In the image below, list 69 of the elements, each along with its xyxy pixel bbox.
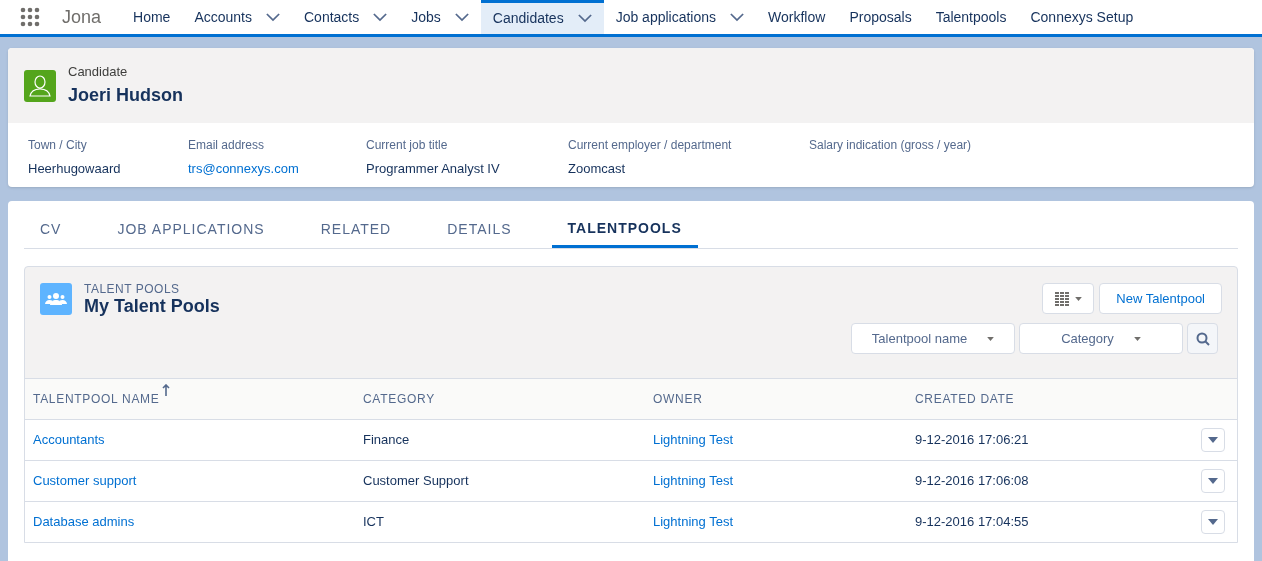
- chevron-down-icon: [577, 14, 592, 23]
- nav-tab[interactable]: Connexys Setup: [1018, 0, 1146, 34]
- search-button[interactable]: [1187, 323, 1218, 354]
- nav-tab[interactable]: Home: [121, 0, 183, 34]
- search-icon: [1195, 331, 1210, 346]
- talentpool-link[interactable]: Accountants: [33, 432, 105, 448]
- caret-down-icon: [1208, 478, 1218, 484]
- record-tab[interactable]: JOB APPLICATIONS: [101, 211, 281, 248]
- row-actions-button[interactable]: [1201, 510, 1225, 534]
- record-title: Joeri Hudson: [68, 83, 183, 107]
- app-launcher-icon[interactable]: [20, 7, 40, 27]
- created-date-cell-text: 9-12-2016 17:04:55: [915, 513, 1029, 532]
- talentpool-link[interactable]: Database admins: [33, 514, 135, 530]
- record-tab[interactable]: TALENTPOOLS: [551, 211, 698, 248]
- chevron-down-icon: [730, 12, 745, 22]
- column-header[interactable]: CREATED DATE: [915, 390, 1015, 408]
- chevron-down-icon: [454, 12, 469, 22]
- panel-overline: TALENT POOLS: [84, 282, 181, 296]
- field-label: Email address: [188, 137, 266, 154]
- caret-down-icon: [1074, 296, 1082, 301]
- category-cell: Finance: [363, 432, 410, 448]
- person-icon: [24, 69, 56, 102]
- record-tab[interactable]: RELATED: [304, 211, 408, 248]
- nav-tab[interactable]: Job applications: [603, 0, 757, 34]
- nav-tab[interactable]: Talentpools: [923, 0, 1019, 34]
- category-cell: Customer Support: [363, 473, 469, 489]
- new-talentpool-button[interactable]: New Talentpool: [1099, 283, 1222, 314]
- nav-tab[interactable]: Accounts: [182, 0, 292, 34]
- panel-title: My Talent Pools: [84, 296, 220, 316]
- created-date-cell-text: 9-12-2016 17:06:08: [915, 472, 1029, 491]
- row-actions-button[interactable]: [1201, 469, 1225, 493]
- record-tab[interactable]: CV: [24, 211, 78, 248]
- field-value: Heerhugowaard: [28, 160, 122, 178]
- record-type: Candidate: [68, 63, 129, 82]
- owner-link[interactable]: Lightning Test: [653, 473, 733, 489]
- app-name: Jona: [62, 5, 102, 29]
- owner-link[interactable]: Lightning Test: [653, 432, 733, 448]
- column-header[interactable]: TALENTPOOL NAME: [33, 390, 160, 408]
- group-icon: [40, 283, 72, 315]
- nav-tab[interactable]: Jobs: [399, 0, 481, 34]
- field-label: Salary indication (gross / year): [809, 137, 973, 154]
- nav-tab[interactable]: Contacts: [292, 0, 400, 34]
- owner-link[interactable]: Lightning Test: [653, 514, 733, 530]
- caret-down-icon: [1133, 336, 1141, 341]
- column-header[interactable]: OWNER: [653, 390, 703, 408]
- chevron-down-icon: [373, 12, 388, 22]
- caret-down-icon: [1208, 437, 1218, 443]
- caret-down-icon: [1208, 519, 1218, 525]
- field-value: Zoomcast: [568, 160, 627, 178]
- talentpool-link[interactable]: Customer support: [33, 473, 137, 489]
- created-date-cell-text: 9-12-2016 17:06:21: [915, 431, 1029, 450]
- column-header[interactable]: CATEGORY: [363, 390, 435, 408]
- chevron-down-icon: [266, 12, 280, 22]
- field-label: Town / City: [28, 137, 88, 154]
- nav-tab[interactable]: Candidates: [480, 0, 604, 34]
- caret-down-icon: [987, 336, 995, 341]
- nav-tab[interactable]: Workflow: [756, 0, 838, 34]
- nav-tab[interactable]: Proposals: [837, 0, 924, 34]
- table-icon: [1054, 291, 1069, 306]
- row-actions-button[interactable]: [1201, 428, 1225, 452]
- email-link[interactable]: trs@connexys.com: [188, 159, 366, 179]
- record-tab[interactable]: DETAILS: [431, 211, 528, 248]
- filter-dropdown[interactable]: Category: [1019, 323, 1183, 354]
- field-label: Current employer / department: [568, 137, 733, 154]
- category-cell: ICT: [363, 514, 384, 530]
- field-value: Programmer Analyst IV: [366, 160, 501, 178]
- filter-dropdown[interactable]: Talentpool name: [851, 323, 1015, 354]
- list-view-button[interactable]: [1042, 283, 1095, 314]
- field-label: Current job title: [366, 137, 449, 154]
